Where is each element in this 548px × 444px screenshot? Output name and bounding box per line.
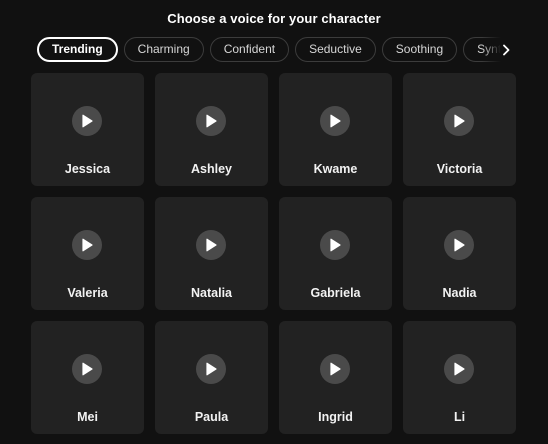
play-icon — [330, 238, 341, 252]
play-icon — [330, 114, 341, 128]
play-icon — [82, 114, 93, 128]
voice-name: Mei — [77, 410, 98, 424]
tab-charming[interactable]: Charming — [123, 37, 204, 62]
voice-name: Nadia — [442, 286, 477, 300]
play-icon — [82, 238, 93, 252]
voice-card[interactable]: Ingrid — [279, 321, 392, 434]
play-button[interactable] — [320, 106, 350, 136]
voice-name: Jessica — [64, 162, 111, 176]
play-button[interactable] — [444, 354, 474, 384]
voice-name: Kwame — [313, 162, 358, 176]
play-icon — [206, 114, 217, 128]
play-icon — [454, 114, 465, 128]
play-button[interactable] — [196, 106, 226, 136]
voice-card[interactable]: Ashley — [155, 73, 268, 186]
play-button[interactable] — [320, 230, 350, 260]
voice-card[interactable]: Jessica — [31, 73, 144, 186]
voice-card[interactable]: Kwame — [279, 73, 392, 186]
tab-seductive[interactable]: Seductive — [295, 37, 376, 62]
voice-name: Li — [453, 410, 466, 424]
voice-name: Natalia — [191, 286, 232, 300]
tab-soothing[interactable]: Soothing — [381, 37, 458, 62]
play-icon — [206, 362, 217, 376]
voice-card[interactable]: Mei — [31, 321, 144, 434]
voice-name: Ingrid — [318, 410, 353, 424]
tabs-next-button[interactable] — [496, 37, 516, 62]
voice-card[interactable]: Gabriela — [279, 197, 392, 310]
play-button[interactable] — [72, 230, 102, 260]
play-button[interactable] — [72, 354, 102, 384]
play-button[interactable] — [444, 106, 474, 136]
play-button[interactable] — [196, 230, 226, 260]
voice-card[interactable]: Li — [403, 321, 516, 434]
voice-card[interactable]: Paula — [155, 321, 268, 434]
play-icon — [82, 362, 93, 376]
chevron-right-icon — [503, 44, 510, 55]
tab-trending[interactable]: Trending — [37, 37, 118, 62]
voice-name: Valeria — [67, 286, 108, 300]
voice-name: Victoria — [436, 162, 483, 176]
tab-confident[interactable]: Confident — [209, 37, 290, 62]
play-icon — [454, 362, 465, 376]
category-tabs: Trending Charming Confident Seductive So… — [37, 37, 516, 63]
voice-card[interactable]: Natalia — [155, 197, 268, 310]
voice-grid: Jessica Ashley Kwame Victoria Valeria Na… — [31, 73, 516, 434]
voice-card[interactable]: Victoria — [403, 73, 516, 186]
voice-name: Ashley — [191, 162, 232, 176]
play-button[interactable] — [320, 354, 350, 384]
play-icon — [330, 362, 341, 376]
page-title: Choose a voice for your character — [167, 11, 381, 26]
voice-name: Paula — [194, 410, 229, 424]
voice-card[interactable]: Nadia — [403, 197, 516, 310]
voice-name: Gabriela — [310, 286, 361, 300]
play-icon — [206, 238, 217, 252]
play-button[interactable] — [444, 230, 474, 260]
play-icon — [454, 238, 465, 252]
play-button[interactable] — [72, 106, 102, 136]
tab-list: Trending Charming Confident Seductive So… — [37, 37, 516, 62]
voice-card[interactable]: Valeria — [31, 197, 144, 310]
play-button[interactable] — [196, 354, 226, 384]
